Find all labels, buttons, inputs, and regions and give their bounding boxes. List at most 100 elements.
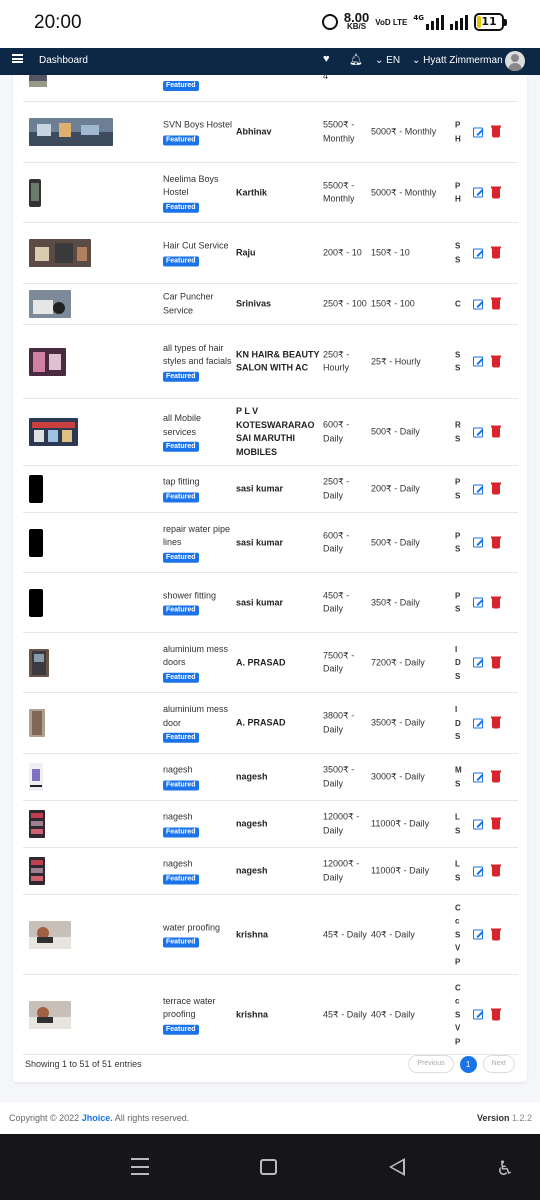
- edit-icon[interactable]: [473, 772, 483, 782]
- current-price: 45₹ - Daily: [323, 928, 367, 939]
- trash-icon[interactable]: [491, 928, 501, 940]
- edit-icon[interactable]: [473, 127, 483, 137]
- version-number: 1.2.2: [511, 1113, 532, 1123]
- trash-icon[interactable]: [491, 125, 501, 138]
- offer-price: 5000₹ - Monthly: [371, 126, 437, 137]
- description-cell: I D S: [455, 704, 461, 741]
- service-thumbnail[interactable]: [29, 475, 43, 503]
- recents-icon[interactable]: [131, 1158, 149, 1175]
- service-thumbnail[interactable]: [29, 920, 71, 949]
- row-actions: [473, 817, 508, 830]
- status-bar: 20:00 8.00 KB/S VoD LTE 4G 11: [0, 0, 540, 48]
- nav-dashboard-link[interactable]: Dashboard: [39, 55, 88, 66]
- trash-icon[interactable]: [491, 656, 501, 668]
- previous-page-button[interactable]: Previous: [408, 1055, 454, 1073]
- service-name-cell: repair water pipe lines Featured: [163, 522, 233, 563]
- edit-icon[interactable]: [473, 929, 483, 940]
- edit-icon[interactable]: [473, 427, 483, 437]
- next-page-button[interactable]: Next: [482, 1055, 515, 1073]
- back-icon[interactable]: [389, 1158, 405, 1176]
- edit-icon[interactable]: [473, 718, 483, 728]
- row-actions: [473, 355, 508, 367]
- description-cell: M S: [455, 765, 462, 789]
- edit-icon[interactable]: [473, 819, 483, 829]
- trash-icon[interactable]: [491, 425, 501, 438]
- language-dropdown[interactable]: ⌄ EN: [375, 55, 400, 66]
- service-thumbnail[interactable]: [29, 239, 91, 267]
- service-thumbnail[interactable]: [29, 528, 43, 557]
- trash-icon[interactable]: [491, 716, 501, 729]
- trash-icon[interactable]: [491, 817, 501, 830]
- services-table: Featured 4 SVN Boys Hostel Featured Abhin…: [23, 75, 518, 1055]
- trash-icon[interactable]: [491, 297, 501, 310]
- row-actions: [473, 864, 508, 877]
- edit-icon[interactable]: [473, 356, 483, 367]
- edit-icon[interactable]: [473, 299, 483, 309]
- service-thumbnail[interactable]: [29, 763, 43, 791]
- network-type: 4G: [413, 14, 424, 22]
- service-thumbnail[interactable]: [29, 1000, 71, 1029]
- trash-icon[interactable]: [491, 246, 501, 259]
- home-icon[interactable]: [260, 1159, 277, 1175]
- offer-price: 11000₹ - Daily: [371, 818, 430, 829]
- edit-icon[interactable]: [473, 248, 483, 258]
- pagination: Previous 1 Next: [408, 1055, 515, 1073]
- current-price: 12000₹ - Daily: [323, 811, 360, 836]
- service-name-cell: aluminium mess doors Featured: [163, 642, 233, 683]
- menu-icon[interactable]: [12, 54, 23, 63]
- service-thumbnail[interactable]: [29, 709, 45, 737]
- table-row: Hair Cut Service Featured Raju 200₹ - 10 …: [23, 223, 518, 284]
- brand-link[interactable]: Jhoice.: [82, 1113, 113, 1123]
- service-thumbnail[interactable]: [29, 178, 41, 207]
- service-thumbnail[interactable]: [29, 418, 78, 446]
- description-cell: C c S V P: [455, 902, 461, 966]
- avatar-icon[interactable]: [505, 51, 525, 71]
- row-actions: [473, 425, 508, 438]
- edit-icon[interactable]: [473, 187, 483, 198]
- rights-text: All rights reserved.: [114, 1113, 190, 1123]
- edit-icon[interactable]: [473, 597, 483, 608]
- offer-price: 150₹ - 10: [371, 247, 410, 258]
- service-thumbnail[interactable]: [29, 857, 45, 885]
- current-price: 5500₹ - Monthly: [323, 119, 355, 144]
- service-name: Car Puncher Service: [163, 291, 214, 316]
- trash-icon[interactable]: [491, 355, 501, 367]
- trash-icon[interactable]: [491, 596, 501, 608]
- trash-icon[interactable]: [491, 770, 501, 783]
- page-1-button[interactable]: 1: [459, 1055, 477, 1073]
- trash-icon[interactable]: [491, 482, 501, 495]
- trash-icon[interactable]: [491, 1008, 501, 1020]
- service-name-cell: aluminium mess door Featured: [163, 703, 233, 744]
- heart-icon[interactable]: ♥: [323, 53, 330, 65]
- user-menu[interactable]: ⌄ Hyatt Zimmerman: [412, 55, 503, 66]
- description-cell: P S: [455, 477, 461, 501]
- trash-icon[interactable]: [491, 186, 501, 198]
- network-speed: 8.00 KB/S: [344, 11, 369, 31]
- service-thumbnail[interactable]: [29, 810, 45, 838]
- offer-price: 500₹ - Daily: [371, 426, 420, 437]
- table-row: nagesh Featured nagesh 3500₹ - Daily 3000…: [23, 754, 518, 801]
- trash-icon[interactable]: [491, 536, 501, 548]
- edit-icon[interactable]: [473, 866, 483, 876]
- service-name-cell: tap fitting Featured: [163, 476, 233, 503]
- edit-icon[interactable]: [473, 1009, 483, 1020]
- provider-name: sasi kumar: [236, 536, 284, 547]
- featured-badge: Featured: [163, 135, 199, 145]
- edit-icon[interactable]: [473, 657, 483, 668]
- trash-icon[interactable]: [491, 864, 501, 877]
- service-thumbnail[interactable]: [29, 588, 43, 617]
- description-cell: C c S V P: [455, 982, 461, 1046]
- service-thumbnail[interactable]: [29, 648, 49, 677]
- service-name-cell: Featured: [163, 78, 233, 92]
- provider-name: sasi kumar: [236, 483, 284, 494]
- offer-price: 500₹ - Daily: [371, 536, 420, 547]
- service-name: terrace water proofing: [163, 995, 216, 1019]
- edit-icon[interactable]: [473, 537, 483, 548]
- service-thumbnail[interactable]: [29, 118, 113, 146]
- service-thumbnail[interactable]: [29, 347, 66, 376]
- bell-icon[interactable]: 🔔︎: [349, 53, 363, 66]
- accessibility-icon[interactable]: ♿︎: [496, 1156, 514, 1180]
- featured-badge: Featured: [163, 552, 199, 563]
- edit-icon[interactable]: [473, 484, 483, 494]
- service-thumbnail[interactable]: [29, 290, 71, 318]
